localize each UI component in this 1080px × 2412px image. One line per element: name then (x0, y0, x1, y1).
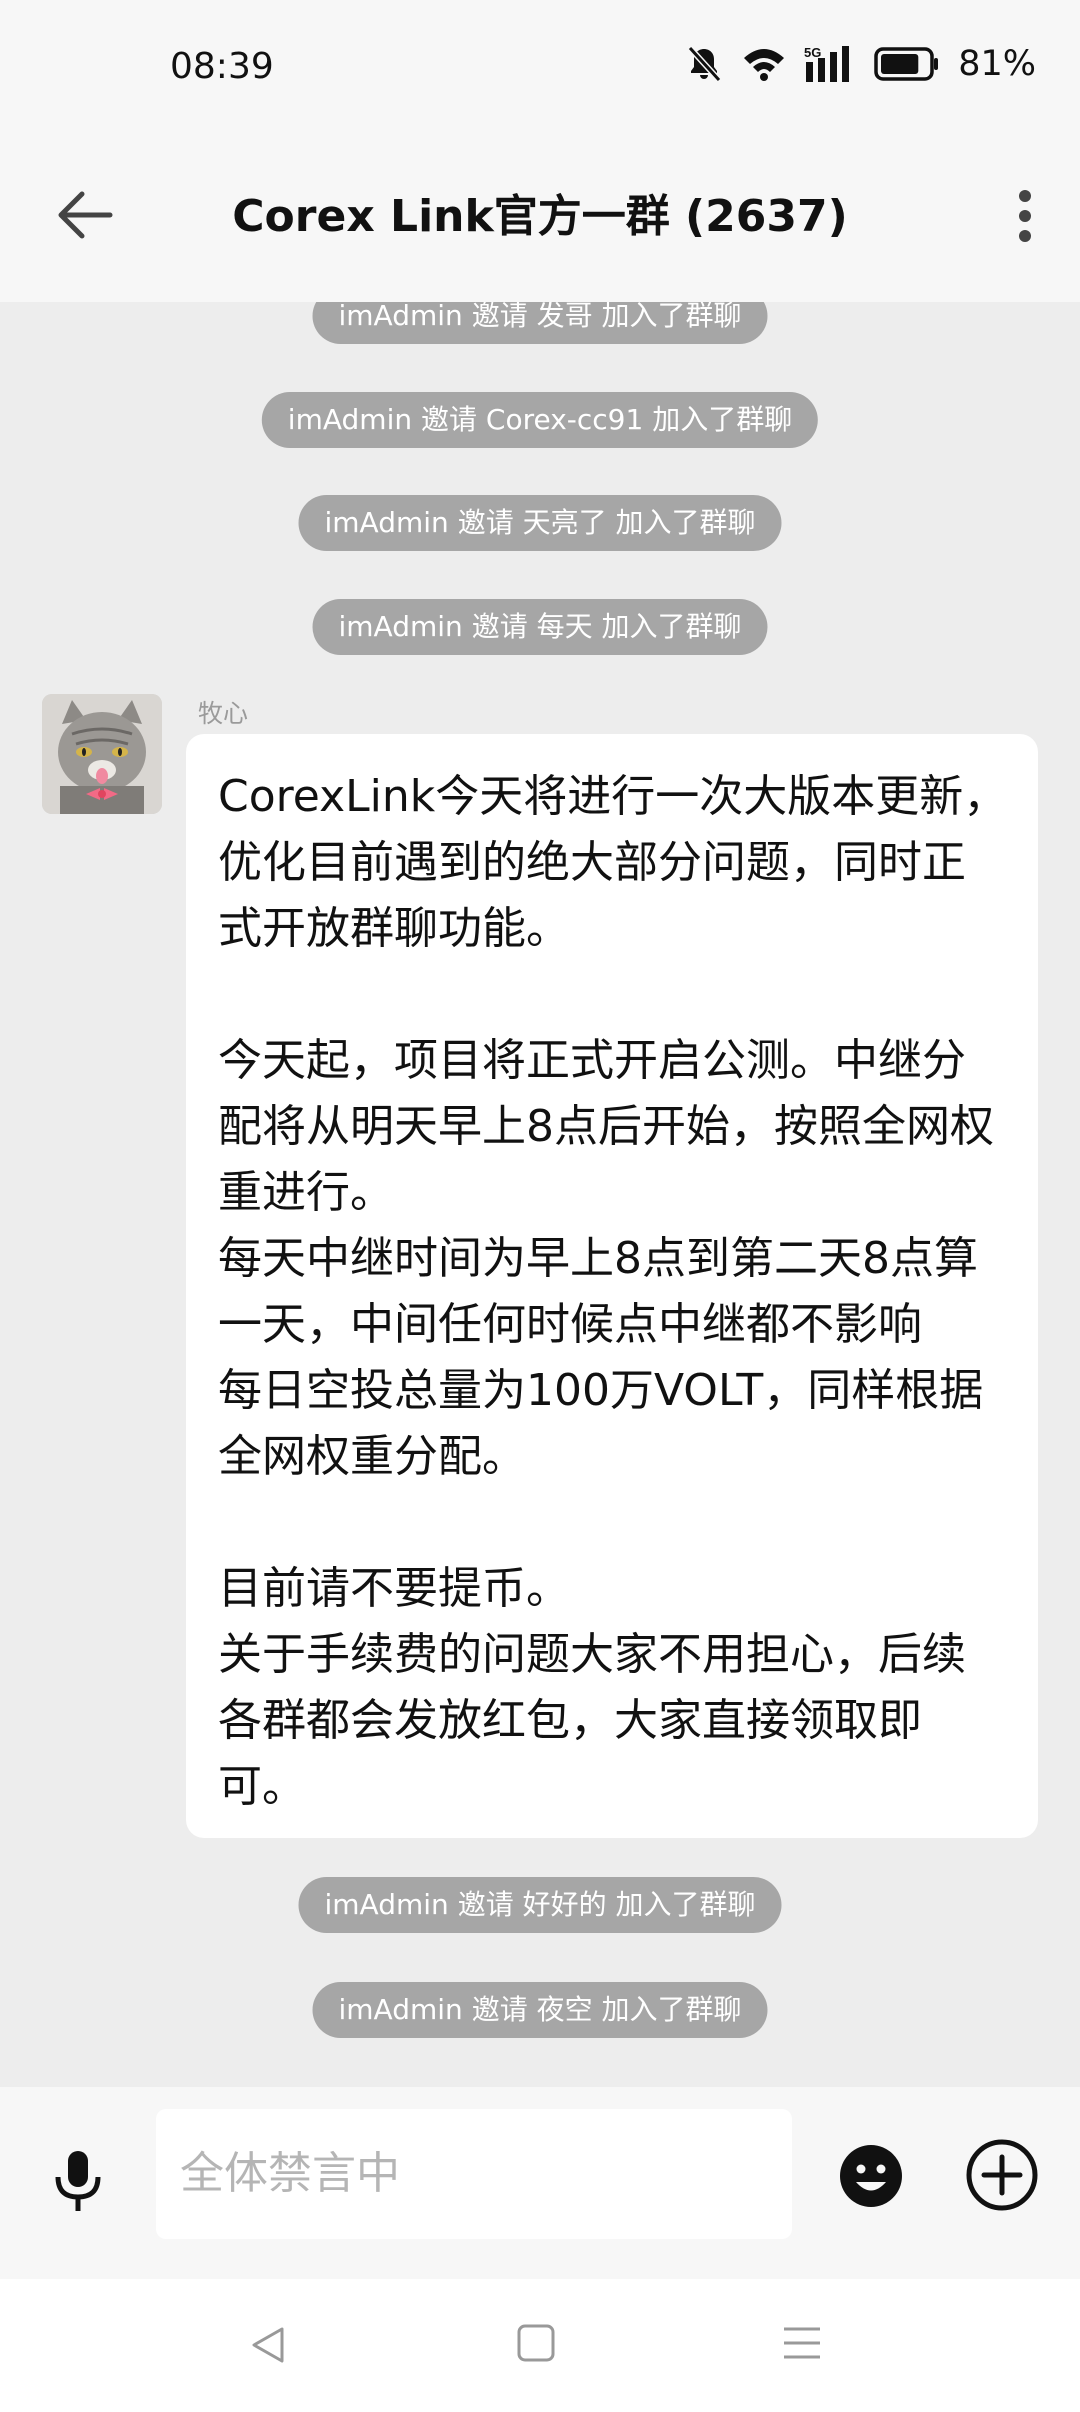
system-message: imAdmin 邀请 好好的 加入了群聊 (298, 1877, 782, 1933)
nav-back-icon (252, 2327, 284, 2363)
cat-avatar (42, 694, 162, 814)
system-message: imAdmin 邀请 Corex-cc91 加入了群聊 (261, 392, 819, 448)
message-paragraph: CorexLink今天将进行一次大版本更新，优化目前遇到的绝大部分问题，同时正式… (218, 771, 1008, 954)
system-message: imAdmin 邀请 夜空 加入了群聊 (312, 1982, 768, 2038)
status-time: 08:39 (170, 46, 274, 87)
system-message: imAdmin 邀请 每天 加入了群聊 (312, 599, 768, 655)
more-actions-button[interactable] (964, 2137, 1040, 2213)
nav-menu-icon (784, 2327, 820, 2359)
system-nav-bar (0, 2279, 1080, 2412)
microphone-icon (55, 2151, 101, 2211)
status-icons: 5G 81% (684, 44, 1036, 84)
message-paragraph: 每日空投总量为100万VOLT，同样根据全网权重分配。 (218, 1365, 984, 1482)
system-message: imAdmin 邀请 发哥 加入了群聊 (312, 302, 768, 344)
emoji-icon (840, 2145, 902, 2207)
signal-icon: 5G (804, 44, 856, 84)
wifi-icon (742, 46, 786, 82)
emoji-button[interactable] (836, 2141, 906, 2211)
network-label: 5G (804, 45, 821, 60)
system-message: imAdmin 邀请 天亮了 加入了群聊 (298, 495, 782, 551)
message-paragraph: 今天起，项目将正式开启公测。中继分配将从明天早上8点后开始，按照全网权重进行。 (218, 1035, 994, 1218)
sender-name: 牧心 (198, 699, 249, 728)
page-title: Corex Link官方一群 (2637) (232, 191, 848, 242)
battery-percent: 81% (958, 44, 1036, 84)
input-bar: 全体禁言中 (0, 2087, 1080, 2279)
nav-home-button[interactable] (516, 2323, 556, 2363)
nav-home-icon (517, 2324, 555, 2362)
chat-messages-area[interactable]: imAdmin 邀请 发哥 加入了群聊 imAdmin 邀请 Corex-cc9… (0, 302, 1080, 2087)
battery-icon (874, 47, 940, 81)
more-options-button[interactable] (990, 176, 1060, 256)
plus-circle-icon (966, 2139, 1038, 2211)
message-bubble[interactable]: CorexLink今天将进行一次大版本更新，优化目前遇到的绝大部分问题，同时正式… (186, 734, 1038, 1838)
chat-header: Corex Link官方一群 (2637) (0, 140, 1080, 302)
nav-menu-button[interactable] (782, 2323, 822, 2363)
message-input[interactable]: 全体禁言中 (156, 2109, 792, 2239)
message-paragraph: 关于手续费的问题大家不用担心，后续各群都会发放红包，大家直接领取即可。 (218, 1629, 966, 1812)
message-paragraph: 每天中继时间为早上8点到第二天8点算一天，中间任何时候点中继都不影响 (218, 1233, 978, 1350)
nav-back-button[interactable] (246, 2323, 290, 2367)
mute-bell-icon (684, 44, 724, 84)
more-vertical-icon (1019, 190, 1031, 242)
status-bar: 08:39 5G 81% (0, 0, 1080, 140)
sender-avatar[interactable] (42, 694, 162, 814)
voice-input-button[interactable] (48, 2147, 108, 2217)
message-paragraph: 目前请不要提币。 (218, 1563, 570, 1614)
